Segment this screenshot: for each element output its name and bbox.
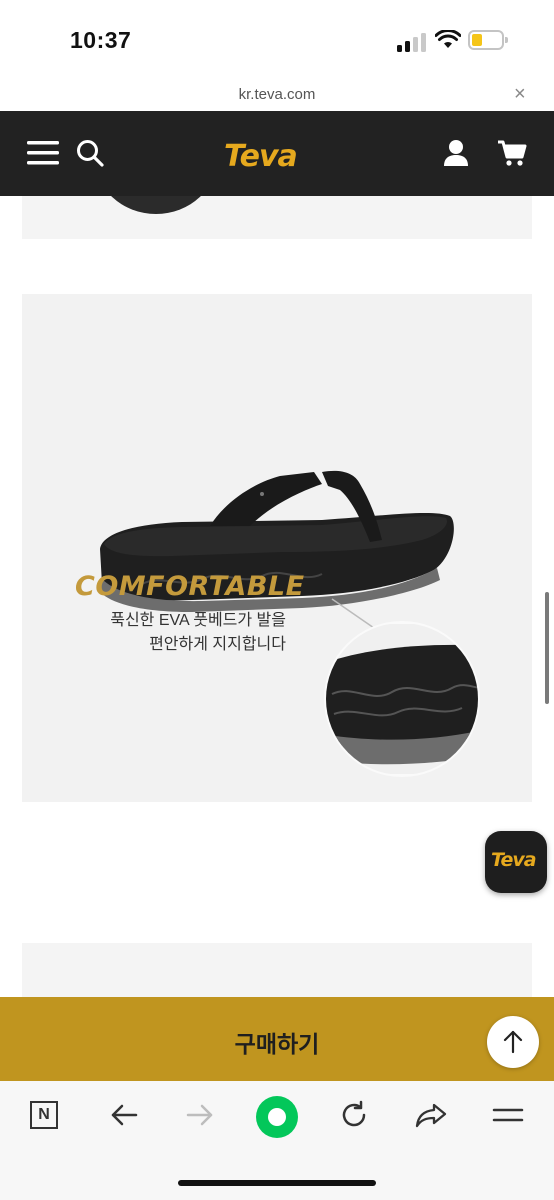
wifi-icon xyxy=(435,30,461,48)
reload-icon[interactable] xyxy=(338,1099,370,1131)
site-header: Teva xyxy=(0,111,554,196)
product-detail-content: COMFORTABLE 푹신한 EVA 풋베드가 발을 편안하게 지지합니다 xyxy=(0,196,554,997)
status-bar: 10:37 xyxy=(0,0,554,80)
previous-image-panel xyxy=(22,196,532,239)
next-image-panel xyxy=(22,943,532,997)
teva-logo[interactable]: Teva xyxy=(224,139,298,174)
cellular-signal-icon xyxy=(397,32,427,52)
teva-chat-label: Teva xyxy=(491,849,537,871)
feature-description-line-1: 푹신한 EVA 풋베드가 발을 xyxy=(110,612,286,629)
buy-button-label: 구매하기 xyxy=(234,1031,320,1057)
feature-image-panel xyxy=(22,294,532,802)
feature-description: 푹신한 EVA 풋베드가 발을 편안하게 지지합니다 xyxy=(60,609,286,657)
cart-icon[interactable] xyxy=(497,139,527,167)
forward-arrow-icon[interactable] xyxy=(184,1099,216,1131)
previous-image-detail xyxy=(94,196,218,214)
menu-icon[interactable] xyxy=(27,140,59,166)
user-icon[interactable] xyxy=(443,139,469,167)
scrollbar[interactable] xyxy=(545,592,549,704)
share-icon[interactable] xyxy=(414,1099,448,1131)
close-icon[interactable]: × xyxy=(514,83,526,106)
battery-icon xyxy=(468,30,508,50)
menu-lines-icon[interactable] xyxy=(492,1099,524,1131)
status-time: 10:37 xyxy=(70,27,132,53)
buy-button[interactable]: 구매하기 xyxy=(0,997,554,1081)
search-icon[interactable] xyxy=(76,139,104,167)
feature-description-line-2: 편안하게 지지합니다 xyxy=(149,636,286,653)
naver-n-icon[interactable]: N xyxy=(30,1101,58,1129)
sandal-image xyxy=(100,470,480,777)
scroll-to-top-button[interactable] xyxy=(487,1016,539,1068)
naver-green-dot-icon[interactable] xyxy=(256,1096,298,1138)
back-arrow-icon[interactable] xyxy=(108,1099,140,1131)
arrow-up-icon xyxy=(503,1030,523,1054)
home-indicator xyxy=(178,1180,376,1186)
browser-url-bar[interactable]: kr.teva.com × xyxy=(0,80,554,111)
teva-chat-button[interactable]: Teva xyxy=(485,831,547,893)
feature-title: COMFORTABLE xyxy=(75,571,305,602)
url-text[interactable]: kr.teva.com xyxy=(0,86,554,103)
